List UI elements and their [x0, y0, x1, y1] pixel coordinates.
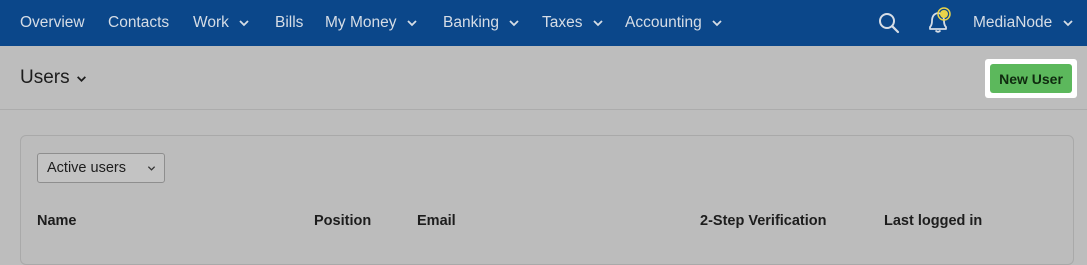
page-title-dropdown[interactable]: Users: [20, 67, 87, 89]
nav-item-bills[interactable]: Bills: [275, 0, 303, 46]
filter-selected-value: Active users: [47, 160, 126, 176]
column-header-position[interactable]: Position: [314, 213, 371, 229]
column-header-2-step-verification[interactable]: 2-Step Verification: [700, 213, 827, 229]
column-header-last-logged-in[interactable]: Last logged in: [884, 213, 982, 229]
nav-item-label: Accounting: [625, 14, 702, 31]
new-user-highlight: New User: [985, 59, 1077, 98]
nav-item-taxes[interactable]: Taxes: [542, 0, 603, 46]
organization-name: MediaNode: [973, 14, 1053, 31]
nav-item-label: Contacts: [108, 14, 170, 31]
chevron-down-icon: [147, 166, 156, 171]
nav-item-work[interactable]: Work: [193, 0, 249, 46]
chevron-down-icon: [712, 20, 722, 27]
nav-item-my-money[interactable]: My Money: [325, 0, 417, 46]
search-button[interactable]: [877, 11, 901, 35]
users-table-card: Active users Name Position Email 2-Step …: [20, 135, 1074, 265]
nav-item-contacts[interactable]: Contacts: [108, 0, 169, 46]
chevron-down-icon: [592, 20, 603, 27]
chevron-down-icon: [239, 20, 249, 27]
column-header-email[interactable]: Email: [417, 213, 456, 229]
nav-item-label: My Money: [325, 14, 397, 31]
nav-item-label: Banking: [443, 14, 500, 31]
chevron-down-icon: [76, 75, 86, 82]
chevron-down-icon: [406, 20, 417, 27]
nav-item-overview[interactable]: Overview: [20, 0, 85, 46]
top-navigation-bar: Overview Contacts Work Bills My Money Ba…: [0, 0, 1087, 46]
column-header-name[interactable]: Name: [37, 213, 77, 229]
bell-icon: [929, 7, 951, 33]
nav-item-label: Bills: [275, 14, 304, 31]
nav-item-label: Work: [193, 14, 229, 31]
new-user-button[interactable]: New User: [990, 64, 1072, 93]
nav-item-label: Overview: [20, 14, 85, 31]
search-icon: [879, 13, 900, 34]
organization-menu[interactable]: MediaNode: [973, 14, 1073, 32]
chevron-down-icon: [1063, 20, 1073, 27]
nav-item-banking[interactable]: Banking: [443, 0, 519, 46]
notifications-button[interactable]: [924, 5, 954, 35]
user-status-filter[interactable]: Active users: [37, 153, 165, 183]
page-header: Users New User: [0, 46, 1087, 110]
nav-item-label: Taxes: [542, 14, 583, 31]
page-title: Users: [20, 67, 70, 88]
nav-item-accounting[interactable]: Accounting: [625, 0, 722, 46]
chevron-down-icon: [509, 20, 519, 27]
